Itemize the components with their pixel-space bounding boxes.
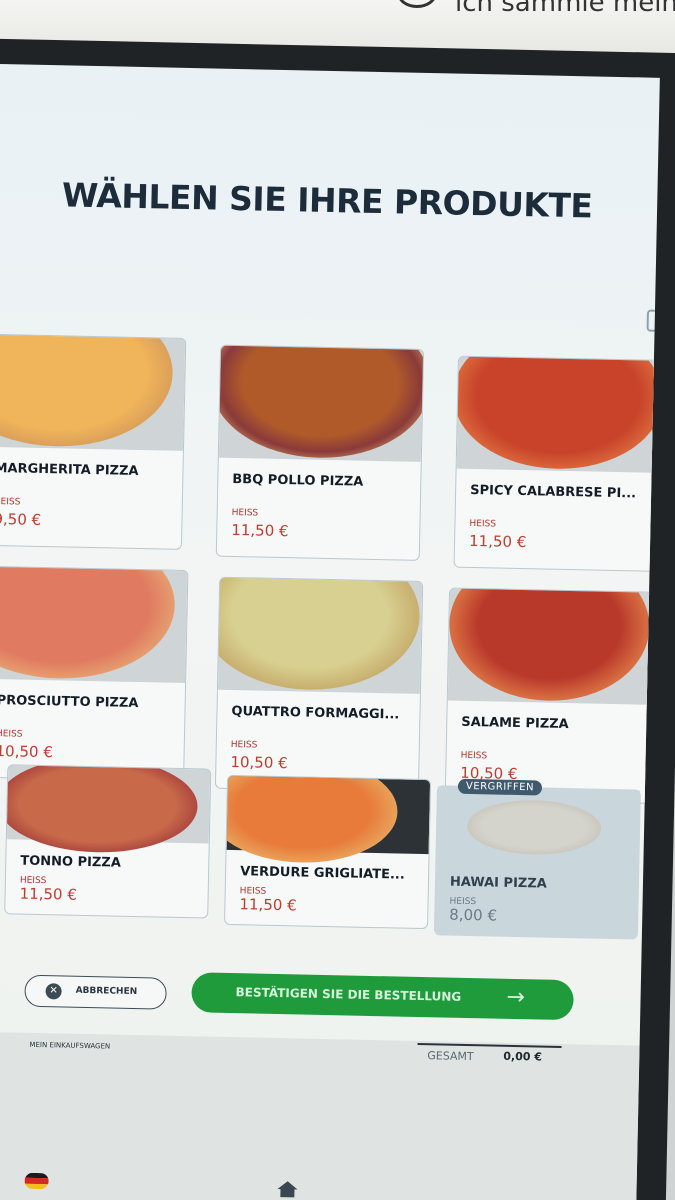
product-image (0, 565, 188, 684)
product-name: QUATTRO FORMAGGI... (231, 703, 400, 723)
enclosure-sign: ich sammle mein (455, 0, 675, 18)
product-card-margherita[interactable]: MARGHERITA PIZZA HEISS 9,50 € (0, 333, 187, 550)
enclosure-logo-icon (397, 0, 437, 8)
product-name: SALAME PIZZA (461, 714, 569, 733)
product-price: 11,50 € (239, 895, 297, 915)
arrow-right-icon: → (506, 984, 526, 1011)
cancel-button-label: ABBRECHEN (75, 985, 138, 998)
product-name: TONNO PIZZA (20, 853, 121, 871)
product-name: SPICY CALABRESE PI... (470, 482, 637, 502)
kiosk-screen: WÄHLEN SIE IHRE PRODUKTE MARGHERITA PIZZ… (0, 64, 660, 1200)
confirm-order-label: BESTÄTIGEN SIE DIE BESTELLUNG (235, 985, 462, 1004)
cancel-button[interactable]: ✕ ABBRECHEN (24, 974, 167, 1010)
product-price: 10,50 € (230, 752, 288, 773)
product-price: 8,00 € (449, 905, 498, 925)
product-image (436, 786, 640, 865)
german-flag-icon[interactable] (24, 1172, 49, 1190)
product-card-spicy-calabrese[interactable]: SPICY CALABRESE PI... HEISS 11,50 € (453, 355, 660, 572)
product-temperature: HEISS (469, 518, 497, 530)
confirm-order-button[interactable]: BESTÄTIGEN SIE DIE BESTELLUNG → (191, 972, 574, 1021)
product-image (447, 587, 653, 705)
product-card-tonno[interactable]: TONNO PIZZA HEISS 11,50 € (4, 764, 212, 919)
product-image (214, 576, 423, 694)
product-name: PROSCIUTTO PIZZA (0, 693, 139, 712)
total-divider (417, 1042, 562, 1048)
page-title: WÄHLEN SIE IHRE PRODUKTE (61, 175, 593, 226)
product-name: HAWAI PIZZA (449, 874, 547, 892)
product-image (215, 344, 425, 462)
product-price: 11,50 € (231, 520, 289, 541)
product-card-verdure-grigliate[interactable]: VERDURE GRIGLIATE... HEISS 11,50 € (224, 774, 432, 930)
product-price: 11,50 € (468, 531, 527, 552)
product-temperature: HEISS (0, 496, 21, 508)
product-price: 11,50 € (19, 884, 78, 904)
total-label: GESAMT (427, 1049, 474, 1064)
product-temperature: HEISS (0, 729, 23, 740)
product-card-prosciutto[interactable]: PROSCIUTTO PIZZA HEISS 10,50 € (0, 565, 189, 783)
product-name: BBQ POLLO PIZZA (232, 471, 364, 490)
product-price: 9,50 € (0, 509, 42, 529)
product-card-quattro-formaggi[interactable]: QUATTRO FORMAGGI... HEISS 10,50 € (214, 576, 424, 793)
product-temperature: HEISS (460, 750, 488, 762)
sold-out-badge: VERGRIFFEN (457, 778, 543, 796)
product-temperature: HEISS (231, 507, 259, 519)
product-image (453, 355, 660, 473)
home-icon[interactable] (276, 1180, 298, 1198)
product-card-bbq-pollo[interactable]: BBQ POLLO PIZZA HEISS 11,50 € (215, 344, 425, 561)
product-image (224, 774, 431, 865)
product-card-hawai[interactable]: VERGRIFFEN HAWAI PIZZA HEISS 8,00 € (433, 778, 641, 940)
product-name: VERDURE GRIGLIATE... (239, 864, 405, 883)
product-image (4, 764, 211, 855)
product-image (0, 333, 186, 451)
total-value: 0,00 € (503, 1049, 543, 1064)
close-icon: ✕ (45, 983, 62, 1000)
cart-label: MEIN EINKAUFSWAGEN (29, 1040, 111, 1051)
product-temperature: HEISS (230, 739, 258, 751)
product-price: 10,50 € (0, 742, 54, 762)
shopping-cart-bar: MEIN EINKAUFSWAGEN GESAMT 0,00 € (0, 1031, 640, 1200)
product-name: MARGHERITA PIZZA (0, 460, 139, 479)
product-card-salame[interactable]: SALAME PIZZA HEISS 10,50 € (444, 587, 654, 804)
